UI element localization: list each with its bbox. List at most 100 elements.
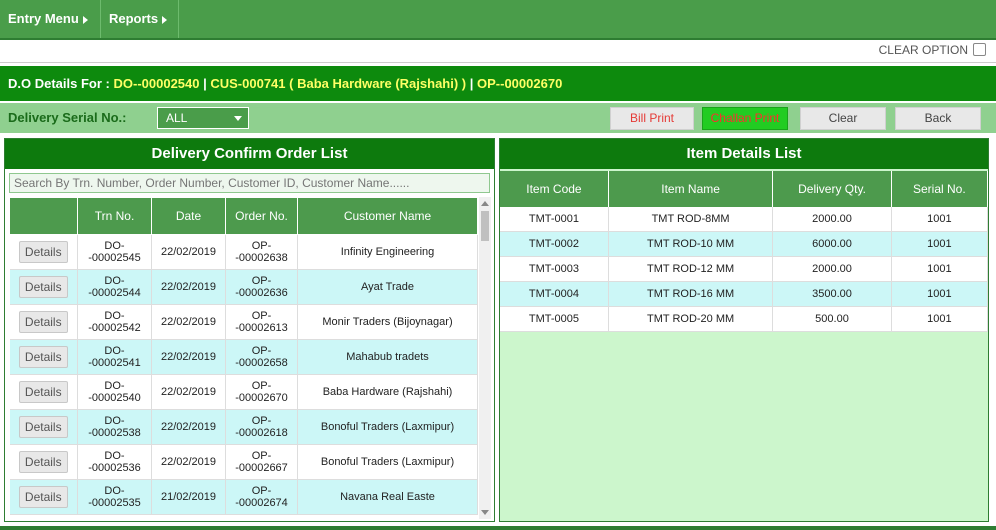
column-header[interactable]: Item Name — [608, 171, 774, 207]
order-number: -00002670 — [235, 392, 288, 404]
details-button[interactable]: Details — [18, 416, 68, 438]
details-button[interactable]: Details — [18, 486, 68, 508]
controls-bar: Delivery Serial No.: ALL Bill Print Chal… — [0, 103, 996, 133]
details-cell: Details — [9, 374, 78, 410]
delivery-qty-cell: 500.00 — [772, 306, 892, 332]
order-number: -00002658 — [235, 357, 288, 369]
serial-no-cell: 1001 — [891, 231, 989, 257]
trn-prefix: DO- — [104, 275, 125, 287]
order-number: -00002667 — [235, 462, 288, 474]
customer-cell: Navana Real Easte — [297, 479, 478, 515]
trn-number: -00002545 — [88, 252, 141, 264]
order-cell: OP- -00002674 — [225, 479, 298, 515]
details-button[interactable]: Details — [18, 311, 68, 333]
menu-reports[interactable]: Reports — [101, 0, 179, 38]
bill-print-button[interactable]: Bill Print — [610, 107, 694, 130]
column-header[interactable]: Item Code — [500, 171, 609, 207]
item-name-cell: TMT ROD-16 MM — [608, 281, 774, 307]
challan-print-button[interactable]: Challan Print — [702, 107, 788, 130]
column-header[interactable]: Serial No. — [891, 171, 989, 207]
table-row[interactable]: Details DO- -00002535 21/02/2019 OP- -0000267… — [9, 479, 478, 515]
trn-prefix: DO- — [104, 450, 125, 462]
customer-cell: Monir Traders (Bijoynagar) — [297, 304, 478, 340]
table-row: TMT-0005 TMT ROD-20 MM 500.00 1001 — [500, 306, 989, 332]
search-input[interactable] — [9, 173, 490, 193]
date-cell: 22/02/2019 — [151, 339, 226, 375]
details-button[interactable]: Details — [18, 276, 68, 298]
order-number: -00002674 — [235, 497, 288, 509]
column-header[interactable]: Delivery Qty. — [772, 171, 892, 207]
item-code-cell: TMT-0003 — [500, 256, 609, 282]
serial-no-cell: 1001 — [891, 306, 989, 332]
order-prefix: OP- — [251, 310, 272, 322]
delivery-order-table: Trn No. Date Order No. Customer Name Det… — [9, 197, 478, 515]
customer-cell: Baba Hardware (Rajshahi) — [297, 374, 478, 410]
details-cell: Details — [9, 339, 78, 375]
table-row[interactable]: Details DO- -00002542 22/02/2019 OP- -0000261… — [9, 304, 478, 340]
trn-cell: DO- -00002538 — [77, 409, 152, 445]
order-number: -00002613 — [235, 322, 288, 334]
column-header[interactable]: Trn No. — [77, 197, 152, 235]
separator: | — [466, 76, 478, 91]
date-cell: 22/02/2019 — [151, 234, 226, 270]
trn-cell: DO- -00002535 — [77, 479, 152, 515]
table-row[interactable]: Details DO- -00002536 22/02/2019 OP- -0000266… — [9, 444, 478, 480]
table-row[interactable]: Details DO- -00002538 22/02/2019 OP- -0000261… — [9, 409, 478, 445]
trn-cell: DO- -00002544 — [77, 269, 152, 305]
table-row[interactable]: Details DO- -00002544 22/02/2019 OP- -0000263… — [9, 269, 478, 305]
serial-no-cell: 1001 — [891, 281, 989, 307]
table-row[interactable]: Details DO- -00002545 22/02/2019 OP- -0000263… — [9, 234, 478, 270]
caret-right-icon — [82, 15, 88, 24]
back-button[interactable]: Back — [895, 107, 981, 130]
details-cell: Details — [9, 479, 78, 515]
column-header[interactable]: Date — [151, 197, 226, 235]
date-cell: 22/02/2019 — [151, 444, 226, 480]
scroll-up-icon[interactable] — [481, 201, 489, 206]
clear-option-bar: CLEAR OPTION — [0, 40, 996, 63]
delivery-serial-label: Delivery Serial No.: — [8, 110, 127, 125]
clear-option-checkbox[interactable] — [973, 43, 986, 56]
item-code-cell: TMT-0004 — [500, 281, 609, 307]
trn-number: -00002536 — [88, 462, 141, 474]
column-header[interactable]: Customer Name — [297, 197, 478, 235]
scroll-down-icon[interactable] — [481, 510, 489, 515]
details-button[interactable]: Details — [18, 451, 68, 473]
details-button[interactable]: Details — [18, 241, 68, 263]
delivery-qty-cell: 3500.00 — [772, 281, 892, 307]
serial-no-cell: 1001 — [891, 207, 989, 232]
details-cell: Details — [9, 409, 78, 445]
trn-prefix: DO- — [104, 240, 125, 252]
trn-cell: DO- -00002540 — [77, 374, 152, 410]
trn-number: -00002540 — [88, 392, 141, 404]
details-button[interactable]: Details — [18, 346, 68, 368]
trn-cell: DO- -00002541 — [77, 339, 152, 375]
clear-button[interactable]: Clear — [800, 107, 886, 130]
order-cell: OP- -00002636 — [225, 269, 298, 305]
caret-right-icon — [162, 15, 168, 24]
scrollbar[interactable] — [479, 197, 491, 519]
delivery-serial-select[interactable]: ALL — [157, 107, 249, 129]
table-header-row: Trn No. Date Order No. Customer Name — [9, 197, 478, 235]
clear-option[interactable]: CLEAR OPTION — [879, 43, 986, 57]
scroll-thumb[interactable] — [481, 211, 489, 241]
date-cell: 22/02/2019 — [151, 269, 226, 305]
footer-divider — [0, 526, 996, 530]
delivery-qty-cell: 6000.00 — [772, 231, 892, 257]
order-prefix: OP- — [251, 275, 272, 287]
details-button[interactable]: Details — [18, 381, 68, 403]
menu-bar: Entry Menu Reports — [0, 0, 996, 40]
trn-cell: DO- -00002545 — [77, 234, 152, 270]
table-row[interactable]: Details DO- -00002541 22/02/2019 OP- -0000265… — [9, 339, 478, 375]
item-name-cell: TMT ROD-10 MM — [608, 231, 774, 257]
trn-cell: DO- -00002542 — [77, 304, 152, 340]
order-cell: OP- -00002613 — [225, 304, 298, 340]
trn-number: -00002544 — [88, 287, 141, 299]
table-row[interactable]: Details DO- -00002540 22/02/2019 OP- -0000267… — [9, 374, 478, 410]
trn-prefix: DO- — [104, 415, 125, 427]
menu-entry[interactable]: Entry Menu — [0, 0, 101, 38]
order-cell: OP- -00002670 — [225, 374, 298, 410]
customer-name: ( Baba Hardware (Rajshahi) ) — [289, 76, 467, 91]
table-row: TMT-0003 TMT ROD-12 MM 2000.00 1001 — [500, 256, 989, 282]
column-header[interactable]: Order No. — [225, 197, 298, 235]
do-details-bar: D.O Details For : DO--00002540 | CUS-000… — [0, 66, 996, 101]
